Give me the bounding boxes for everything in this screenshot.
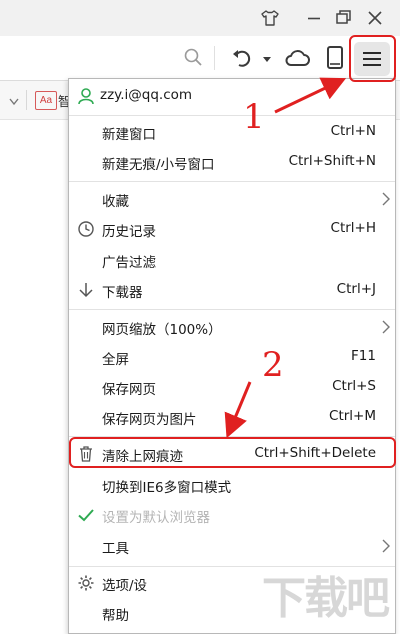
watermark-logo: 下载吧 (262, 560, 392, 624)
menu-item-new-incognito[interactable]: 新建无痕/小号窗口 Ctrl+Shift+N (69, 147, 395, 177)
account-row[interactable]: zzy.i@qq.com (69, 80, 395, 112)
annotation-highlight-menu-button (349, 35, 396, 82)
menu-item-default-browser: 设置为默认浏览器 (69, 500, 395, 530)
undo-icon[interactable] (230, 46, 254, 70)
annotation-step-1: 1 (243, 97, 265, 137)
menu-item-new-window[interactable]: 新建窗口 Ctrl+N (69, 117, 395, 147)
menu-item-label: 帮助 (102, 608, 129, 624)
menu-item-label: 切换到IE6多窗口模式 (102, 480, 232, 496)
title-bar (0, 0, 400, 36)
menu-item-label: 历史记录 (102, 224, 156, 240)
shortcut-label: Ctrl+M (329, 408, 376, 424)
menu-separator (69, 309, 395, 310)
search-icon[interactable] (182, 46, 204, 68)
menu-item-label: 全屏 (102, 352, 129, 368)
phone-icon[interactable] (324, 45, 346, 71)
shortcut-label: Ctrl+N (330, 123, 376, 139)
menu-item-label: 保存网页 (102, 382, 156, 398)
cloud-icon[interactable] (283, 45, 311, 71)
shirt-icon[interactable] (258, 6, 282, 30)
minimize-icon[interactable] (302, 6, 326, 30)
chevron-right-icon (380, 191, 392, 207)
annotation-highlight-clear-traces (69, 437, 396, 468)
watermark-text: 下载吧 (262, 573, 390, 624)
check-icon (77, 506, 95, 524)
menu-item-favorites[interactable]: 收藏 (69, 184, 395, 214)
menu-item-label: 新建窗口 (102, 127, 156, 143)
account-email: zzy.i@qq.com (100, 87, 193, 103)
menu-item-label: 工具 (102, 541, 129, 557)
toolbar-divider (214, 46, 215, 70)
menu-separator (69, 181, 395, 182)
shortcut-label: Ctrl+H (330, 220, 376, 236)
shortcut-label: Ctrl+S (332, 378, 376, 394)
menu-item-history[interactable]: 历史记录 Ctrl+H (69, 214, 395, 244)
menu-item-save-as-image[interactable]: 保存网页为图片 Ctrl+M (69, 402, 395, 432)
address-bar[interactable] (0, 40, 208, 74)
menu-item-tools[interactable]: 工具 (69, 531, 395, 561)
chevron-right-icon (380, 538, 392, 554)
menu-item-label: 新建无痕/小号窗口 (102, 157, 215, 173)
maximize-icon[interactable] (331, 6, 355, 30)
shortcut-label: F11 (351, 348, 376, 364)
menu-item-label: 广告过滤 (102, 255, 156, 271)
divider (26, 90, 27, 110)
menu-item-ie6-mode[interactable]: 切换到IE6多窗口模式 (69, 470, 395, 500)
menu-item-label: 设置为默认浏览器 (102, 510, 210, 526)
font-badge-icon[interactable]: Aa (35, 91, 57, 110)
menu-item-label: 收藏 (102, 194, 129, 210)
menu-item-save-page[interactable]: 保存网页 Ctrl+S (69, 372, 395, 402)
menu-item-label: 选项/设 (102, 578, 148, 594)
shortcut-label: Ctrl+Shift+N (288, 153, 376, 169)
user-icon (77, 87, 95, 105)
undo-dropdown-icon[interactable] (262, 52, 272, 62)
chevron-right-icon (380, 319, 392, 335)
menu-item-label: 网页缩放（100%） (102, 322, 222, 338)
toolbar (0, 36, 400, 81)
gear-icon (77, 574, 95, 592)
menu-item-label: 保存网页为图片 (102, 412, 197, 428)
menu-item-zoom[interactable]: 网页缩放（100%） (69, 312, 395, 342)
shortcut-label: Ctrl+J (336, 281, 376, 297)
menu-item-fullscreen[interactable]: 全屏 F11 (69, 342, 395, 372)
menu-separator (69, 115, 395, 116)
main-menu: zzy.i@qq.com 新建窗口 Ctrl+N 新建无痕/小号窗口 Ctrl+… (68, 78, 396, 634)
menu-item-ad-filter[interactable]: 广告过滤 (69, 245, 395, 275)
annotation-step-2: 2 (262, 345, 284, 385)
download-arrow-icon (77, 281, 95, 299)
chevron-down-icon[interactable] (8, 95, 20, 106)
menu-item-label: 下载器 (102, 285, 143, 301)
menu-item-downloader[interactable]: 下载器 Ctrl+J (69, 275, 395, 305)
close-icon[interactable] (363, 6, 387, 30)
clock-icon (77, 220, 95, 238)
